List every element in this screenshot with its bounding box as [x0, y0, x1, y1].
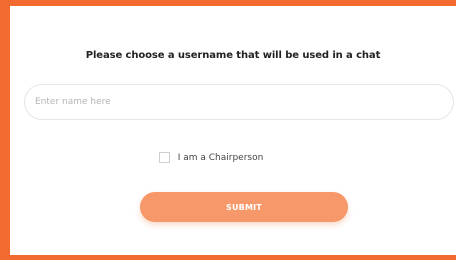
chairperson-checkbox-row[interactable]: I am a Chairperson [10, 152, 456, 163]
chairperson-checkbox-label[interactable]: I am a Chairperson [178, 153, 264, 163]
dialog-heading: Please choose a username that will be us… [85, 50, 381, 61]
username-dialog: Please choose a username that will be us… [0, 0, 456, 260]
submit-button[interactable]: SUBMIT [140, 192, 348, 222]
username-input[interactable] [24, 84, 454, 120]
chairperson-checkbox[interactable] [158, 152, 170, 163]
